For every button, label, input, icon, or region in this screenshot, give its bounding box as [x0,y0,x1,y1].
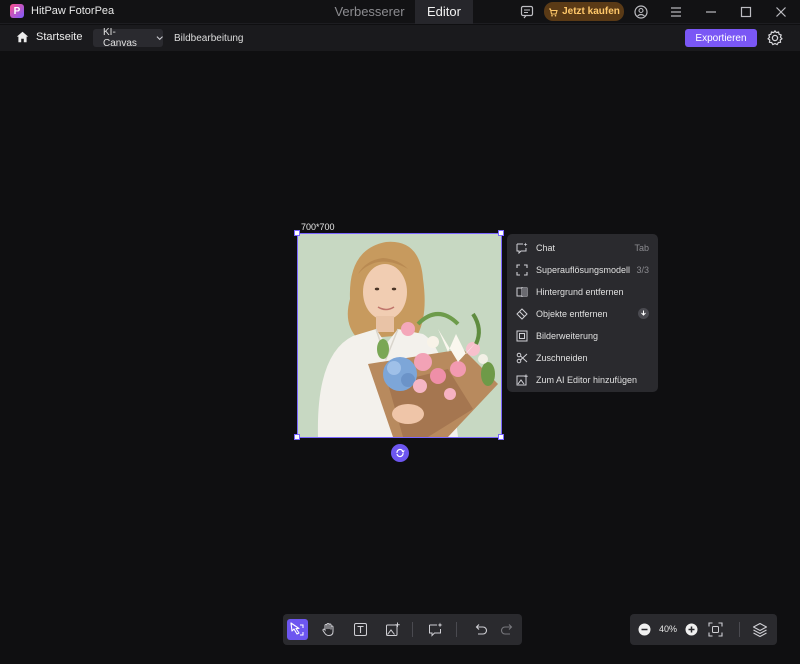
buy-now-label: Jetzt kaufen [562,6,620,17]
title-bar: P HitPaw FotorPea Verbesserer Editor Jet… [0,0,800,24]
redo-icon [500,624,513,635]
upscale-icon [516,264,528,276]
mode-select-value: KI-Canvas [103,27,137,49]
cart-icon [549,7,558,16]
usage-count: 3/3 [636,265,649,275]
add-image-icon [386,622,400,636]
export-button[interactable]: Exportieren [685,29,757,47]
fit-screen-icon[interactable] [708,622,723,637]
close-icon[interactable] [773,4,789,20]
rotate-icon [396,448,405,458]
menu-item-remove-background[interactable]: Hintergrund entfernen [507,281,658,303]
menu-item-label: Bilderweiterung [536,331,599,341]
resize-handle-bottom-right[interactable] [498,434,504,440]
tools-toolbar [283,614,522,645]
resize-handle-top-left[interactable] [294,230,300,236]
hand-icon [322,623,334,637]
app-logo: P [10,4,24,18]
maximize-icon[interactable] [738,4,754,20]
add-image-tool-button[interactable] [382,619,403,640]
menu-item-superresolution[interactable]: Superauflösungsmodell 3/3 [507,259,658,281]
account-icon[interactable] [633,4,649,20]
resize-handle-bottom-left[interactable] [294,434,300,440]
menu-item-label: Hintergrund entfernen [536,287,624,297]
layers-icon[interactable] [752,622,768,638]
cursor-select-icon [290,622,304,636]
zoom-out-icon[interactable] [638,623,651,636]
tab-editor[interactable]: Editor [415,0,473,24]
portrait-photo [298,234,501,437]
menu-item-label: Objekte entfernen [536,309,608,319]
remove-background-icon [516,287,528,297]
app-title: HitPaw FotorPea [31,5,115,17]
scissors-icon [516,352,528,364]
canvas-image[interactable] [297,233,502,438]
menu-item-label: Chat [536,243,556,253]
tab-verbesserer[interactable]: Verbesserer [326,0,413,24]
download-icon[interactable] [638,308,649,319]
zoom-divider [739,622,740,637]
add-image-icon [516,374,528,386]
menu-item-add-to-ai-editor[interactable]: Zum AI Editor hinzufügen [507,369,658,391]
chat-sparkle-icon [516,242,528,254]
toolbar-divider [412,622,413,637]
home-label: Startseite [36,31,83,43]
gear-icon[interactable] [766,29,784,47]
eraser-icon [516,308,528,320]
zoom-level: 40% [659,624,678,634]
menu-icon[interactable] [668,4,684,20]
undo-icon [475,624,488,635]
hand-tool-button[interactable] [318,619,339,640]
menu-item-label: Zum AI Editor hinzufügen [536,375,638,385]
text-tool-button[interactable] [350,619,371,640]
menu-item-label: Superauflösungsmodell [536,265,631,275]
home-icon [16,31,29,43]
undo-button[interactable] [470,619,491,640]
zoom-controls: 40% [630,614,777,645]
menu-item-chat[interactable]: Chat Tab [507,237,658,259]
resize-handle-top-right[interactable] [498,230,504,236]
feedback-icon[interactable] [519,4,535,20]
expand-image-icon [516,330,528,342]
image-size-label: 700*700 [301,222,335,232]
menu-item-crop[interactable]: Zuschneiden [507,347,658,369]
menu-item-remove-objects[interactable]: Objekte entfernen [507,303,658,325]
toolbar-divider [456,622,457,637]
buy-now-button[interactable]: Jetzt kaufen [544,2,624,21]
menu-item-image-extension[interactable]: Bilderweiterung [507,325,658,347]
zoom-in-icon[interactable] [685,623,698,636]
chat-sparkle-icon [429,622,443,637]
context-menu: Chat Tab Superauflösungsmodell 3/3 Hinte… [507,234,658,392]
mode-select[interactable]: KI-Canvas [93,27,163,49]
chat-tool-button[interactable] [425,619,446,640]
menu-bar: Startseite KI-Canvas Bildbearbeitung Exp… [0,25,800,51]
select-tool-button[interactable] [287,619,308,640]
shortcut-hint: Tab [634,243,649,253]
minimize-icon[interactable] [703,4,719,20]
rotate-button[interactable] [391,444,409,462]
text-icon [354,623,367,636]
menu-item-label: Zuschneiden [536,353,588,363]
section-label[interactable]: Bildbearbeitung [174,33,244,44]
redo-button[interactable] [497,619,518,640]
home-button[interactable]: Startseite [16,31,82,43]
chevron-down-icon [156,36,163,41]
